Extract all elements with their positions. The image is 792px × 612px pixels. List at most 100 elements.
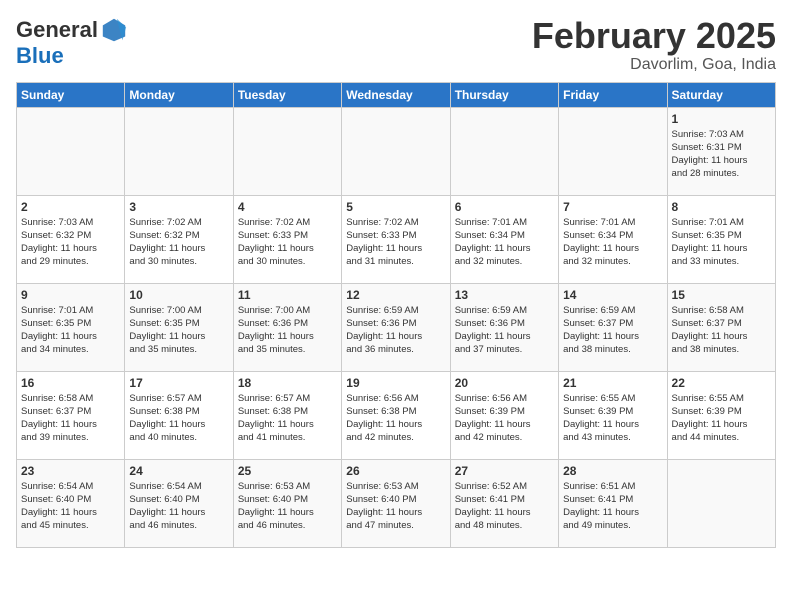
day-number: 11 — [238, 288, 337, 302]
calendar-cell: 24 Sunrise: 6:54 AM Sunset: 6:40 PM Dayli… — [125, 459, 233, 547]
day-info: Sunrise: 6:54 AM Sunset: 6:40 PM Dayligh… — [21, 480, 120, 533]
calendar-cell: 23 Sunrise: 6:54 AM Sunset: 6:40 PM Dayli… — [17, 459, 125, 547]
calendar-cell: 15 Sunrise: 6:58 AM Sunset: 6:37 PM Dayli… — [667, 283, 775, 371]
col-header-wednesday: Wednesday — [342, 82, 450, 107]
calendar-cell — [450, 107, 558, 195]
calendar-table: SundayMondayTuesdayWednesdayThursdayFrid… — [16, 82, 776, 548]
day-number: 16 — [21, 376, 120, 390]
day-info: Sunrise: 6:55 AM Sunset: 6:39 PM Dayligh… — [563, 392, 662, 445]
calendar-cell: 22 Sunrise: 6:55 AM Sunset: 6:39 PM Dayli… — [667, 371, 775, 459]
day-info: Sunrise: 7:01 AM Sunset: 6:34 PM Dayligh… — [563, 216, 662, 269]
month-title: February 2025 — [532, 16, 776, 56]
day-number: 12 — [346, 288, 445, 302]
day-info: Sunrise: 7:00 AM Sunset: 6:35 PM Dayligh… — [129, 304, 228, 357]
calendar-cell: 17 Sunrise: 6:57 AM Sunset: 6:38 PM Dayli… — [125, 371, 233, 459]
day-info: Sunrise: 7:02 AM Sunset: 6:33 PM Dayligh… — [238, 216, 337, 269]
calendar-cell — [17, 107, 125, 195]
day-number: 5 — [346, 200, 445, 214]
day-number: 2 — [21, 200, 120, 214]
title-block: February 2025 Davorlim, Goa, India — [532, 16, 776, 74]
day-info: Sunrise: 6:55 AM Sunset: 6:39 PM Dayligh… — [672, 392, 771, 445]
calendar-cell: 1 Sunrise: 7:03 AM Sunset: 6:31 PM Daylig… — [667, 107, 775, 195]
day-info: Sunrise: 6:53 AM Sunset: 6:40 PM Dayligh… — [346, 480, 445, 533]
calendar-cell: 28 Sunrise: 6:51 AM Sunset: 6:41 PM Dayli… — [559, 459, 667, 547]
day-number: 18 — [238, 376, 337, 390]
calendar-cell: 21 Sunrise: 6:55 AM Sunset: 6:39 PM Dayli… — [559, 371, 667, 459]
calendar-cell: 8 Sunrise: 7:01 AM Sunset: 6:35 PM Daylig… — [667, 195, 775, 283]
page-header: General Blue February 2025 Davorlim, Goa… — [16, 16, 776, 74]
day-info: Sunrise: 6:56 AM Sunset: 6:39 PM Dayligh… — [455, 392, 554, 445]
day-number: 6 — [455, 200, 554, 214]
col-header-thursday: Thursday — [450, 82, 558, 107]
day-info: Sunrise: 6:59 AM Sunset: 6:37 PM Dayligh… — [563, 304, 662, 357]
day-number: 20 — [455, 376, 554, 390]
day-info: Sunrise: 7:01 AM Sunset: 6:35 PM Dayligh… — [21, 304, 120, 357]
day-info: Sunrise: 6:57 AM Sunset: 6:38 PM Dayligh… — [238, 392, 337, 445]
day-number: 25 — [238, 464, 337, 478]
day-info: Sunrise: 6:51 AM Sunset: 6:41 PM Dayligh… — [563, 480, 662, 533]
logo-general: General — [16, 18, 98, 42]
calendar-cell: 25Sunrise: 6:53 AM Sunset: 6:40 PM Dayli… — [233, 459, 341, 547]
calendar-cell: 2 Sunrise: 7:03 AM Sunset: 6:32 PM Daylig… — [17, 195, 125, 283]
day-number: 4 — [238, 200, 337, 214]
calendar-cell: 5Sunrise: 7:02 AM Sunset: 6:33 PM Daylig… — [342, 195, 450, 283]
calendar-cell: 10 Sunrise: 7:00 AM Sunset: 6:35 PM Dayli… — [125, 283, 233, 371]
calendar-cell: 27 Sunrise: 6:52 AM Sunset: 6:41 PM Dayli… — [450, 459, 558, 547]
calendar-cell: 13 Sunrise: 6:59 AM Sunset: 6:36 PM Dayli… — [450, 283, 558, 371]
day-number: 24 — [129, 464, 228, 478]
calendar-cell: 12 Sunrise: 6:59 AM Sunset: 6:36 PM Dayli… — [342, 283, 450, 371]
calendar-cell: 9 Sunrise: 7:01 AM Sunset: 6:35 PM Daylig… — [17, 283, 125, 371]
day-info: Sunrise: 6:52 AM Sunset: 6:41 PM Dayligh… — [455, 480, 554, 533]
calendar-cell: 20 Sunrise: 6:56 AM Sunset: 6:39 PM Dayli… — [450, 371, 558, 459]
calendar-cell: 26 Sunrise: 6:53 AM Sunset: 6:40 PM Dayli… — [342, 459, 450, 547]
day-number: 13 — [455, 288, 554, 302]
day-info: Sunrise: 7:01 AM Sunset: 6:34 PM Dayligh… — [455, 216, 554, 269]
day-number: 22 — [672, 376, 771, 390]
day-number: 9 — [21, 288, 120, 302]
day-info: Sunrise: 7:03 AM Sunset: 6:31 PM Dayligh… — [672, 128, 771, 181]
calendar-cell — [342, 107, 450, 195]
calendar-cell — [559, 107, 667, 195]
day-info: Sunrise: 7:02 AM Sunset: 6:32 PM Dayligh… — [129, 216, 228, 269]
day-number: 3 — [129, 200, 228, 214]
day-info: Sunrise: 6:57 AM Sunset: 6:38 PM Dayligh… — [129, 392, 228, 445]
day-number: 8 — [672, 200, 771, 214]
day-info: Sunrise: 6:54 AM Sunset: 6:40 PM Dayligh… — [129, 480, 228, 533]
day-info: Sunrise: 6:56 AM Sunset: 6:38 PM Dayligh… — [346, 392, 445, 445]
calendar-cell: 14 Sunrise: 6:59 AM Sunset: 6:37 PM Dayli… — [559, 283, 667, 371]
day-info: Sunrise: 7:03 AM Sunset: 6:32 PM Dayligh… — [21, 216, 120, 269]
col-header-saturday: Saturday — [667, 82, 775, 107]
day-info: Sunrise: 6:58 AM Sunset: 6:37 PM Dayligh… — [21, 392, 120, 445]
day-number: 10 — [129, 288, 228, 302]
calendar-cell: 4 Sunrise: 7:02 AM Sunset: 6:33 PM Daylig… — [233, 195, 341, 283]
day-number: 15 — [672, 288, 771, 302]
col-header-tuesday: Tuesday — [233, 82, 341, 107]
day-number: 27 — [455, 464, 554, 478]
calendar-cell — [125, 107, 233, 195]
col-header-monday: Monday — [125, 82, 233, 107]
day-number: 17 — [129, 376, 228, 390]
logo-icon — [100, 16, 128, 44]
calendar-cell: 7Sunrise: 7:01 AM Sunset: 6:34 PM Daylig… — [559, 195, 667, 283]
location: Davorlim, Goa, India — [532, 56, 776, 74]
calendar-cell: 18 Sunrise: 6:57 AM Sunset: 6:38 PM Dayli… — [233, 371, 341, 459]
calendar-cell: 3 Sunrise: 7:02 AM Sunset: 6:32 PM Daylig… — [125, 195, 233, 283]
day-number: 26 — [346, 464, 445, 478]
calendar-cell — [233, 107, 341, 195]
calendar-cell: 11 Sunrise: 7:00 AM Sunset: 6:36 PM Dayli… — [233, 283, 341, 371]
day-number: 1 — [672, 112, 771, 126]
day-info: Sunrise: 6:59 AM Sunset: 6:36 PM Dayligh… — [346, 304, 445, 357]
day-number: 23 — [21, 464, 120, 478]
day-number: 28 — [563, 464, 662, 478]
col-header-sunday: Sunday — [17, 82, 125, 107]
day-info: Sunrise: 6:58 AM Sunset: 6:37 PM Dayligh… — [672, 304, 771, 357]
day-number: 21 — [563, 376, 662, 390]
day-number: 19 — [346, 376, 445, 390]
day-info: Sunrise: 7:00 AM Sunset: 6:36 PM Dayligh… — [238, 304, 337, 357]
day-info: Sunrise: 6:59 AM Sunset: 6:36 PM Dayligh… — [455, 304, 554, 357]
day-number: 14 — [563, 288, 662, 302]
col-header-friday: Friday — [559, 82, 667, 107]
day-info: Sunrise: 7:01 AM Sunset: 6:35 PM Dayligh… — [672, 216, 771, 269]
calendar-cell: 19 Sunrise: 6:56 AM Sunset: 6:38 PM Dayli… — [342, 371, 450, 459]
logo-blue: Blue — [16, 43, 64, 68]
